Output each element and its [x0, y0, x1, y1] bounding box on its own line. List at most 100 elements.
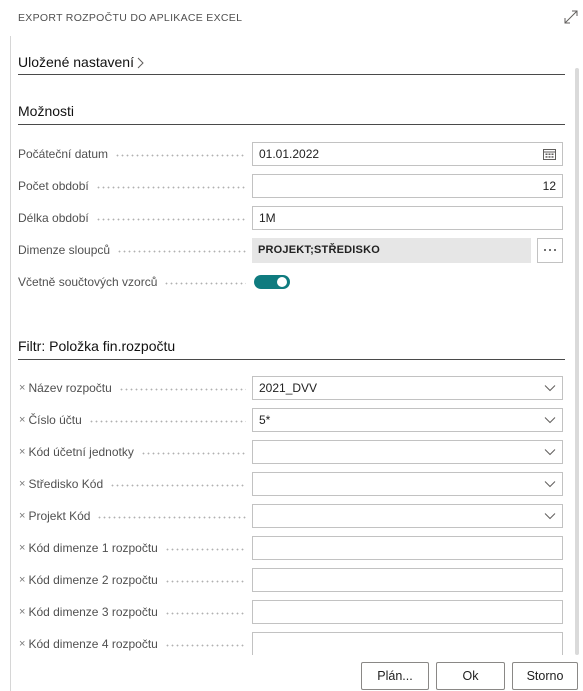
filter-row: Kód dimenze 2 rozpočtu: [18, 564, 565, 596]
filter-row: Kód dimenze 4 rozpočtu: [18, 628, 565, 655]
filter-row: Název rozpočtu 2021_DVV: [18, 372, 565, 404]
toggle-knob: [277, 277, 287, 287]
period-count-value[interactable]: 12: [543, 179, 556, 193]
saved-settings-header[interactable]: Uložené nastavení: [18, 40, 565, 75]
filter-label: Kód dimenze 2 rozpočtu: [28, 573, 158, 587]
budget-name-dropdown[interactable]: 2021_DVV: [252, 376, 563, 400]
label-leader: [118, 387, 246, 391]
cancel-button[interactable]: Storno: [512, 662, 578, 690]
filter-label: Projekt Kód: [28, 509, 91, 523]
options-heading: Možnosti: [18, 101, 565, 125]
ok-button[interactable]: Ok: [436, 662, 505, 690]
chevron-down-icon[interactable]: [544, 385, 556, 392]
field-label-container: Kód dimenze 2 rozpočtu: [18, 573, 252, 587]
filter-label: Kód dimenze 3 rozpočtu: [28, 605, 158, 619]
filter-label: Středisko Kód: [28, 477, 104, 491]
dialog-title: EXPORT ROZPOČTU DO APLIKACE EXCEL: [18, 12, 243, 24]
vertical-scrollbar[interactable]: [575, 68, 579, 655]
filter-row: Kód dimenze 3 rozpočtu: [18, 596, 565, 628]
filter-label: Kód účetní jednotky: [28, 445, 134, 459]
field-start-date: Počáteční datum 01.01.2022: [18, 138, 565, 170]
filter-heading: Filtr: Položka fin.rozpočtu: [18, 336, 565, 360]
field-label-container: Kód dimenze 3 rozpočtu: [18, 605, 252, 619]
remove-filter-icon[interactable]: [19, 414, 25, 426]
field-label-container: Počáteční datum: [18, 147, 252, 161]
period-length-label: Délka období: [18, 211, 89, 225]
label-leader: [164, 547, 246, 551]
field-label-container: Projekt Kód: [18, 509, 252, 523]
period-length-input[interactable]: 1M: [252, 206, 563, 230]
chevron-down-icon[interactable]: [544, 449, 556, 456]
budget-dimension-4-input[interactable]: [252, 632, 563, 655]
chevron-right-icon[interactable]: [137, 57, 144, 69]
budget-dimension-2-input[interactable]: [252, 568, 563, 592]
field-period-length: Délka období 1M: [18, 202, 565, 234]
dialog-form: Uložené nastavení Možnosti Počáteční dat…: [18, 40, 565, 655]
include-totals-label: Včetně součtových vzorců: [18, 275, 158, 289]
remove-filter-icon[interactable]: [19, 382, 25, 394]
dialog-content[interactable]: Uložené nastavení Možnosti Počáteční dat…: [11, 40, 573, 655]
period-count-input[interactable]: 12: [252, 174, 563, 198]
field-column-dimensions: Dimenze sloupců PROJEKT;STŘEDISKO: [18, 234, 565, 266]
filter-label: Kód dimenze 4 rozpočtu: [28, 637, 158, 651]
label-leader: [117, 249, 246, 253]
remove-filter-icon[interactable]: [19, 606, 25, 618]
remove-filter-icon[interactable]: [19, 478, 25, 490]
remove-filter-icon[interactable]: [19, 446, 25, 458]
filter-row: Číslo účtu 5*: [18, 404, 565, 436]
field-label-container: Kód dimenze 4 rozpočtu: [18, 637, 252, 651]
field-label-container: Délka období: [18, 211, 252, 225]
column-dimensions-control: PROJEKT;STŘEDISKO: [252, 237, 563, 263]
filter-value[interactable]: 2021_DVV: [259, 381, 317, 395]
start-date-input[interactable]: 01.01.2022: [252, 142, 563, 166]
period-length-value[interactable]: 1M: [259, 211, 276, 225]
filter-row: Projekt Kód: [18, 500, 565, 532]
field-label-container: Kód dimenze 1 rozpočtu: [18, 541, 252, 555]
plan-button[interactable]: Plán...: [361, 662, 429, 690]
label-leader: [97, 515, 246, 519]
label-leader: [115, 153, 246, 157]
filter-row: Kód dimenze 1 rozpočtu: [18, 532, 565, 564]
budget-dimension-1-input[interactable]: [252, 536, 563, 560]
field-label-container: Včetně součtových vzorců: [18, 275, 252, 289]
label-leader: [140, 451, 246, 455]
business-unit-dropdown[interactable]: [252, 440, 563, 464]
field-label-container: Středisko Kód: [18, 477, 252, 491]
field-label-container: Číslo účtu: [18, 413, 252, 427]
filter-label: Název rozpočtu: [28, 381, 112, 395]
column-dimensions-value: PROJEKT;STŘEDISKO: [252, 237, 531, 263]
label-leader: [95, 185, 246, 189]
start-date-label: Počáteční datum: [18, 147, 109, 161]
label-leader: [164, 579, 246, 583]
filter-fields: Název rozpočtu 2021_DVV Číslo účtu: [18, 372, 565, 655]
remove-filter-icon[interactable]: [19, 510, 25, 522]
start-date-value[interactable]: 01.01.2022: [259, 147, 319, 161]
label-leader: [164, 611, 246, 615]
budget-dimension-3-input[interactable]: [252, 600, 563, 624]
label-leader: [110, 483, 246, 487]
chevron-down-icon[interactable]: [544, 481, 556, 488]
saved-settings-label[interactable]: Uložené nastavení: [18, 52, 134, 72]
filter-row: Kód účetní jednotky: [18, 436, 565, 468]
field-label-container: Dimenze sloupců: [18, 243, 252, 257]
ellipsis-icon[interactable]: [537, 237, 563, 263]
chevron-down-icon[interactable]: [544, 513, 556, 520]
account-no-dropdown[interactable]: 5*: [252, 408, 563, 432]
include-totals-toggle[interactable]: [254, 275, 290, 289]
cost-center-dropdown[interactable]: [252, 472, 563, 496]
calendar-icon[interactable]: [543, 148, 556, 160]
remove-filter-icon[interactable]: [19, 638, 25, 650]
project-code-dropdown[interactable]: [252, 504, 563, 528]
field-label-container: Název rozpočtu: [18, 381, 252, 395]
period-count-label: Počet období: [18, 179, 89, 193]
remove-filter-icon[interactable]: [19, 574, 25, 586]
filter-label: Číslo účtu: [28, 413, 82, 427]
filter-value[interactable]: 5*: [259, 413, 270, 427]
field-label-container: Kód účetní jednotky: [18, 445, 252, 459]
remove-filter-icon[interactable]: [19, 542, 25, 554]
field-include-totals: Včetně součtových vzorců: [18, 266, 565, 298]
field-label-container: Počet období: [18, 179, 252, 193]
chevron-down-icon[interactable]: [544, 417, 556, 424]
label-leader: [88, 419, 246, 423]
expand-icon[interactable]: [563, 9, 579, 25]
